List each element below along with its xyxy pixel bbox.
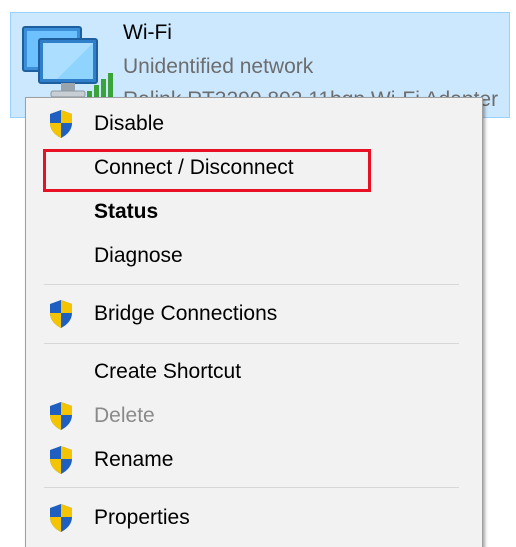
uac-shield-icon xyxy=(50,446,72,474)
menu-item-label: Properties xyxy=(94,506,190,529)
menu-item-label: Rename xyxy=(94,448,174,471)
adapter-status: Unidentified network xyxy=(123,55,314,78)
menu-separator xyxy=(44,487,459,488)
highlight-annotation-box xyxy=(43,149,371,192)
menu-item-label: Diagnose xyxy=(94,244,183,267)
menu-item-delete: Delete xyxy=(26,396,482,436)
network-connections-view: Wi-Fi Unidentified network Ralink RT3290… xyxy=(0,0,516,547)
uac-shield-icon xyxy=(50,402,72,430)
menu-item-label: Create Shortcut xyxy=(94,360,242,383)
menu-item-label: Delete xyxy=(94,404,155,427)
menu-item-status[interactable]: Status xyxy=(26,192,482,232)
menu-item-properties[interactable]: Properties xyxy=(26,498,482,538)
menu-item-rename[interactable]: Rename xyxy=(26,440,482,480)
uac-shield-icon xyxy=(50,504,72,532)
menu-item-label: Status xyxy=(94,200,159,223)
menu-item-bridge-connections[interactable]: Bridge Connections xyxy=(26,294,482,334)
menu-item-label: Bridge Connections xyxy=(94,302,278,325)
menu-separator xyxy=(44,284,459,285)
uac-shield-icon xyxy=(50,110,72,138)
menu-separator xyxy=(44,343,459,344)
menu-item-diagnose[interactable]: Diagnose xyxy=(26,236,482,276)
network-adapter-icon xyxy=(22,26,113,99)
menu-item-create-shortcut[interactable]: Create Shortcut xyxy=(26,352,482,392)
uac-shield-icon xyxy=(50,300,72,328)
menu-item-disable[interactable]: Disable xyxy=(26,104,482,144)
menu-item-label: Disable xyxy=(94,112,165,135)
adapter-name: Wi-Fi xyxy=(123,21,172,44)
